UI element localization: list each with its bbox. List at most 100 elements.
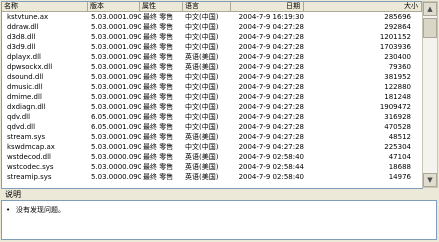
cell-language: 英语(美国) bbox=[185, 163, 219, 171]
cell-date: 2004-7-9 04:27:28 bbox=[238, 103, 304, 111]
cell-version: 5.03.0001.0904 bbox=[91, 13, 141, 21]
cell-name: qdvd.dll bbox=[7, 123, 36, 131]
cell-name: dplayx.dll bbox=[7, 53, 41, 61]
cell-attributes: 最终 零售 bbox=[143, 163, 174, 171]
cell-size: 18688 bbox=[388, 163, 411, 171]
cell-size: 285696 bbox=[384, 13, 411, 21]
table-row[interactable]: streamip.sys 5.03.0000.0900最终 零售 英语(美国) 200… bbox=[2, 172, 422, 182]
cell-attributes: 最终 零售 bbox=[143, 103, 174, 111]
cell-language: 中文(中国) bbox=[185, 123, 219, 131]
cell-language: 中文(中国) bbox=[185, 43, 219, 51]
cell-version: 5.03.0001.0904 bbox=[91, 23, 141, 31]
cell-attributes: 最终 零售 bbox=[143, 143, 174, 151]
cell-size: 1909472 bbox=[379, 103, 411, 111]
column-header-date[interactable]: 日期 bbox=[231, 2, 304, 11]
table-row[interactable]: wstcodec.sys 5.03.0000.0900最终 零售 英语(美国) 200… bbox=[2, 162, 422, 172]
scroll-up-button[interactable]: ▲ bbox=[423, 2, 437, 16]
cell-language: 中文(中国) bbox=[185, 113, 219, 121]
cell-date: 2004-7-9 04:27:28 bbox=[238, 23, 304, 31]
cell-date: 2004-7-9 04:27:28 bbox=[238, 63, 304, 71]
cell-name: dpwsockx.dll bbox=[7, 63, 53, 71]
table-row[interactable]: d3d9.dll 5.03.0001.0904最终 零售 中文(中国) 2004-7-… bbox=[2, 42, 422, 52]
cell-version: 5.03.0001.0904 bbox=[91, 33, 141, 41]
cell-attributes: 最终 零售 bbox=[143, 173, 174, 181]
table-row[interactable]: dsound.dll 5.03.0001.0904最终 零售 中文(中国) 2004-… bbox=[2, 72, 422, 82]
cell-size: 316928 bbox=[384, 113, 411, 121]
arrow-down-icon: ▼ bbox=[427, 176, 433, 184]
column-header-name[interactable]: 名称 bbox=[2, 2, 88, 11]
table-row[interactable]: stream.sys 5.03.0001.0904最终 零售 英语(美国) 2004-… bbox=[2, 132, 422, 142]
cell-name: stream.sys bbox=[7, 133, 46, 141]
column-header-attributes[interactable]: 属性 bbox=[140, 2, 183, 11]
column-header-version[interactable]: 版本 bbox=[88, 2, 140, 11]
cell-date: 2004-7-9 04:27:28 bbox=[238, 53, 304, 61]
arrow-up-icon: ▲ bbox=[427, 5, 433, 13]
cell-date: 2004-7-9 16:19:30 bbox=[238, 13, 304, 21]
cell-name: dmime.dll bbox=[7, 93, 42, 101]
cell-attributes: 最终 零售 bbox=[143, 33, 174, 41]
cell-size: 1201152 bbox=[379, 33, 411, 41]
cell-attributes: 最终 零售 bbox=[143, 83, 174, 91]
cell-language: 英语(美国) bbox=[185, 133, 219, 141]
table-row[interactable]: kstvtune.ax 5.03.0001.0904最终 零售 中文(中国) 2004… bbox=[2, 12, 422, 22]
cell-language: 中文(中国) bbox=[185, 83, 219, 91]
scroll-down-button[interactable]: ▼ bbox=[423, 173, 437, 187]
cell-attributes: 最终 零售 bbox=[143, 23, 174, 31]
cell-version: 5.03.0001.0904 bbox=[91, 93, 141, 101]
cell-version: 5.03.0001.0904 bbox=[91, 103, 141, 111]
cell-attributes: 最终 零售 bbox=[143, 13, 174, 21]
cell-name: streamip.sys bbox=[7, 173, 52, 181]
cell-attributes: 最终 零售 bbox=[143, 133, 174, 141]
table-row[interactable]: dxdiagn.dll 5.03.0001.0904最终 零售 中文(中国) 2004… bbox=[2, 102, 422, 112]
cell-attributes: 最终 零售 bbox=[143, 123, 174, 131]
cell-date: 2004-7-9 04:27:28 bbox=[238, 33, 304, 41]
cell-attributes: 最终 零售 bbox=[143, 73, 174, 81]
description-item: • 没有发现问题。 bbox=[6, 205, 65, 215]
cell-attributes: 最终 零售 bbox=[143, 93, 174, 101]
cell-date: 2004-7-9 04:27:28 bbox=[238, 83, 304, 91]
description-text: 没有发现问题。 bbox=[16, 206, 65, 214]
cell-size: 230400 bbox=[384, 53, 411, 61]
column-header-size[interactable]: 大小 bbox=[304, 2, 422, 11]
cell-attributes: 最终 零售 bbox=[143, 63, 174, 71]
cell-language: 中文(中国) bbox=[185, 93, 219, 101]
description-title: 说明 bbox=[5, 190, 21, 199]
cell-language: 中文(中国) bbox=[185, 13, 219, 21]
cell-size: 181248 bbox=[384, 93, 411, 101]
table-row[interactable]: dmime.dll 5.03.0001.0904最终 零售 中文(中国) 2004-7… bbox=[2, 92, 422, 102]
cell-date: 2004-7-9 04:27:28 bbox=[238, 93, 304, 101]
cell-language: 中文(中国) bbox=[185, 103, 219, 111]
table-row[interactable]: qdv.dll 6.05.0001.0904最终 零售 中文(中国) 2004-7-9… bbox=[2, 112, 422, 122]
cell-name: wstcodec.sys bbox=[7, 163, 54, 171]
cell-size: 14976 bbox=[388, 173, 411, 181]
table-row[interactable]: dplayx.dll 5.03.0001.0904最终 零售 英语(美国) 2004-… bbox=[2, 52, 422, 62]
cell-name: dmusic.dll bbox=[7, 83, 43, 91]
cell-size: 470528 bbox=[384, 123, 411, 131]
cell-name: dxdiagn.dll bbox=[7, 103, 46, 111]
scroll-thumb[interactable] bbox=[423, 18, 437, 38]
table-row[interactable]: d3d8.dll 5.03.0001.0904最终 零售 中文(中国) 2004-7-… bbox=[2, 32, 422, 42]
cell-size: 1703936 bbox=[379, 43, 411, 51]
file-list[interactable]: 名称 版本 属性 语言 日期 大小 kstvtune.ax 5.03.0001.0… bbox=[1, 1, 423, 189]
column-header-language[interactable]: 语言 bbox=[183, 2, 231, 11]
cell-size: 225304 bbox=[384, 143, 411, 151]
cell-attributes: 最终 零售 bbox=[143, 113, 174, 121]
table-row[interactable]: qdvd.dll 6.05.0001.0904最终 零售 中文(中国) 2004-7-… bbox=[2, 122, 422, 132]
cell-date: 2004-7-9 02:58:44 bbox=[238, 163, 304, 171]
table-row[interactable]: kswdmcap.ax 5.03.0001.0904最终 零售 中文(中国) 2004… bbox=[2, 142, 422, 152]
cell-name: d3d8.dll bbox=[7, 33, 36, 41]
cell-size: 292864 bbox=[384, 23, 411, 31]
cell-language: 中文(中国) bbox=[185, 23, 219, 31]
cell-date: 2004-7-9 04:27:28 bbox=[238, 73, 304, 81]
cell-date: 2004-7-9 02:58:40 bbox=[238, 173, 304, 181]
table-row[interactable]: ddraw.dll 5.03.0001.0904最终 零售 中文(中国) 2004-7… bbox=[2, 22, 422, 32]
table-row[interactable]: dmusic.dll 5.03.0001.0904最终 零售 中文(中国) 2004-… bbox=[2, 82, 422, 92]
cell-language: 中文(中国) bbox=[185, 143, 219, 151]
cell-version: 5.03.0000.0900 bbox=[91, 173, 141, 181]
table-row[interactable]: wstdecod.dll 5.03.0000.0900最终 零售 英语(美国) 200… bbox=[2, 152, 422, 162]
cell-version: 5.03.0001.0904 bbox=[91, 63, 141, 71]
cell-language: 英语(美国) bbox=[185, 153, 219, 161]
cell-date: 2004-7-9 04:27:28 bbox=[238, 123, 304, 131]
table-row[interactable]: dpwsockx.dll 5.03.0001.0904最终 零售 英语(美国) 200… bbox=[2, 62, 422, 72]
vertical-scrollbar[interactable]: ▲ ▼ bbox=[422, 1, 438, 188]
